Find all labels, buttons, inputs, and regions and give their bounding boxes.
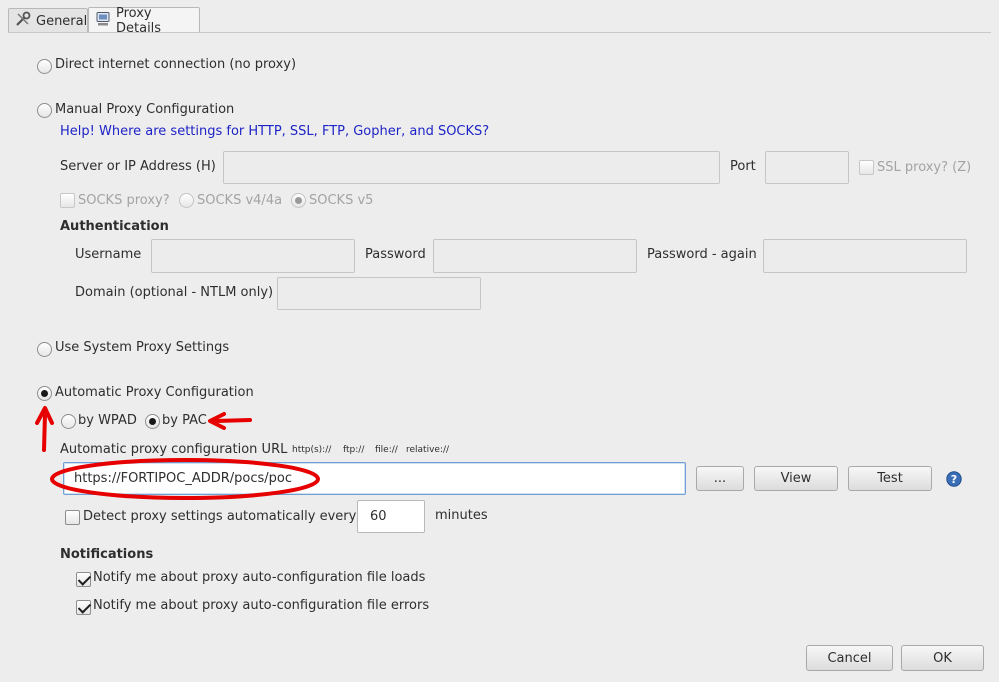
url-highlight-ellipse <box>50 458 320 500</box>
up-arrow-annotation <box>42 412 47 452</box>
left-arrow-annotation <box>214 418 252 423</box>
annotation-overlay <box>35 406 320 500</box>
